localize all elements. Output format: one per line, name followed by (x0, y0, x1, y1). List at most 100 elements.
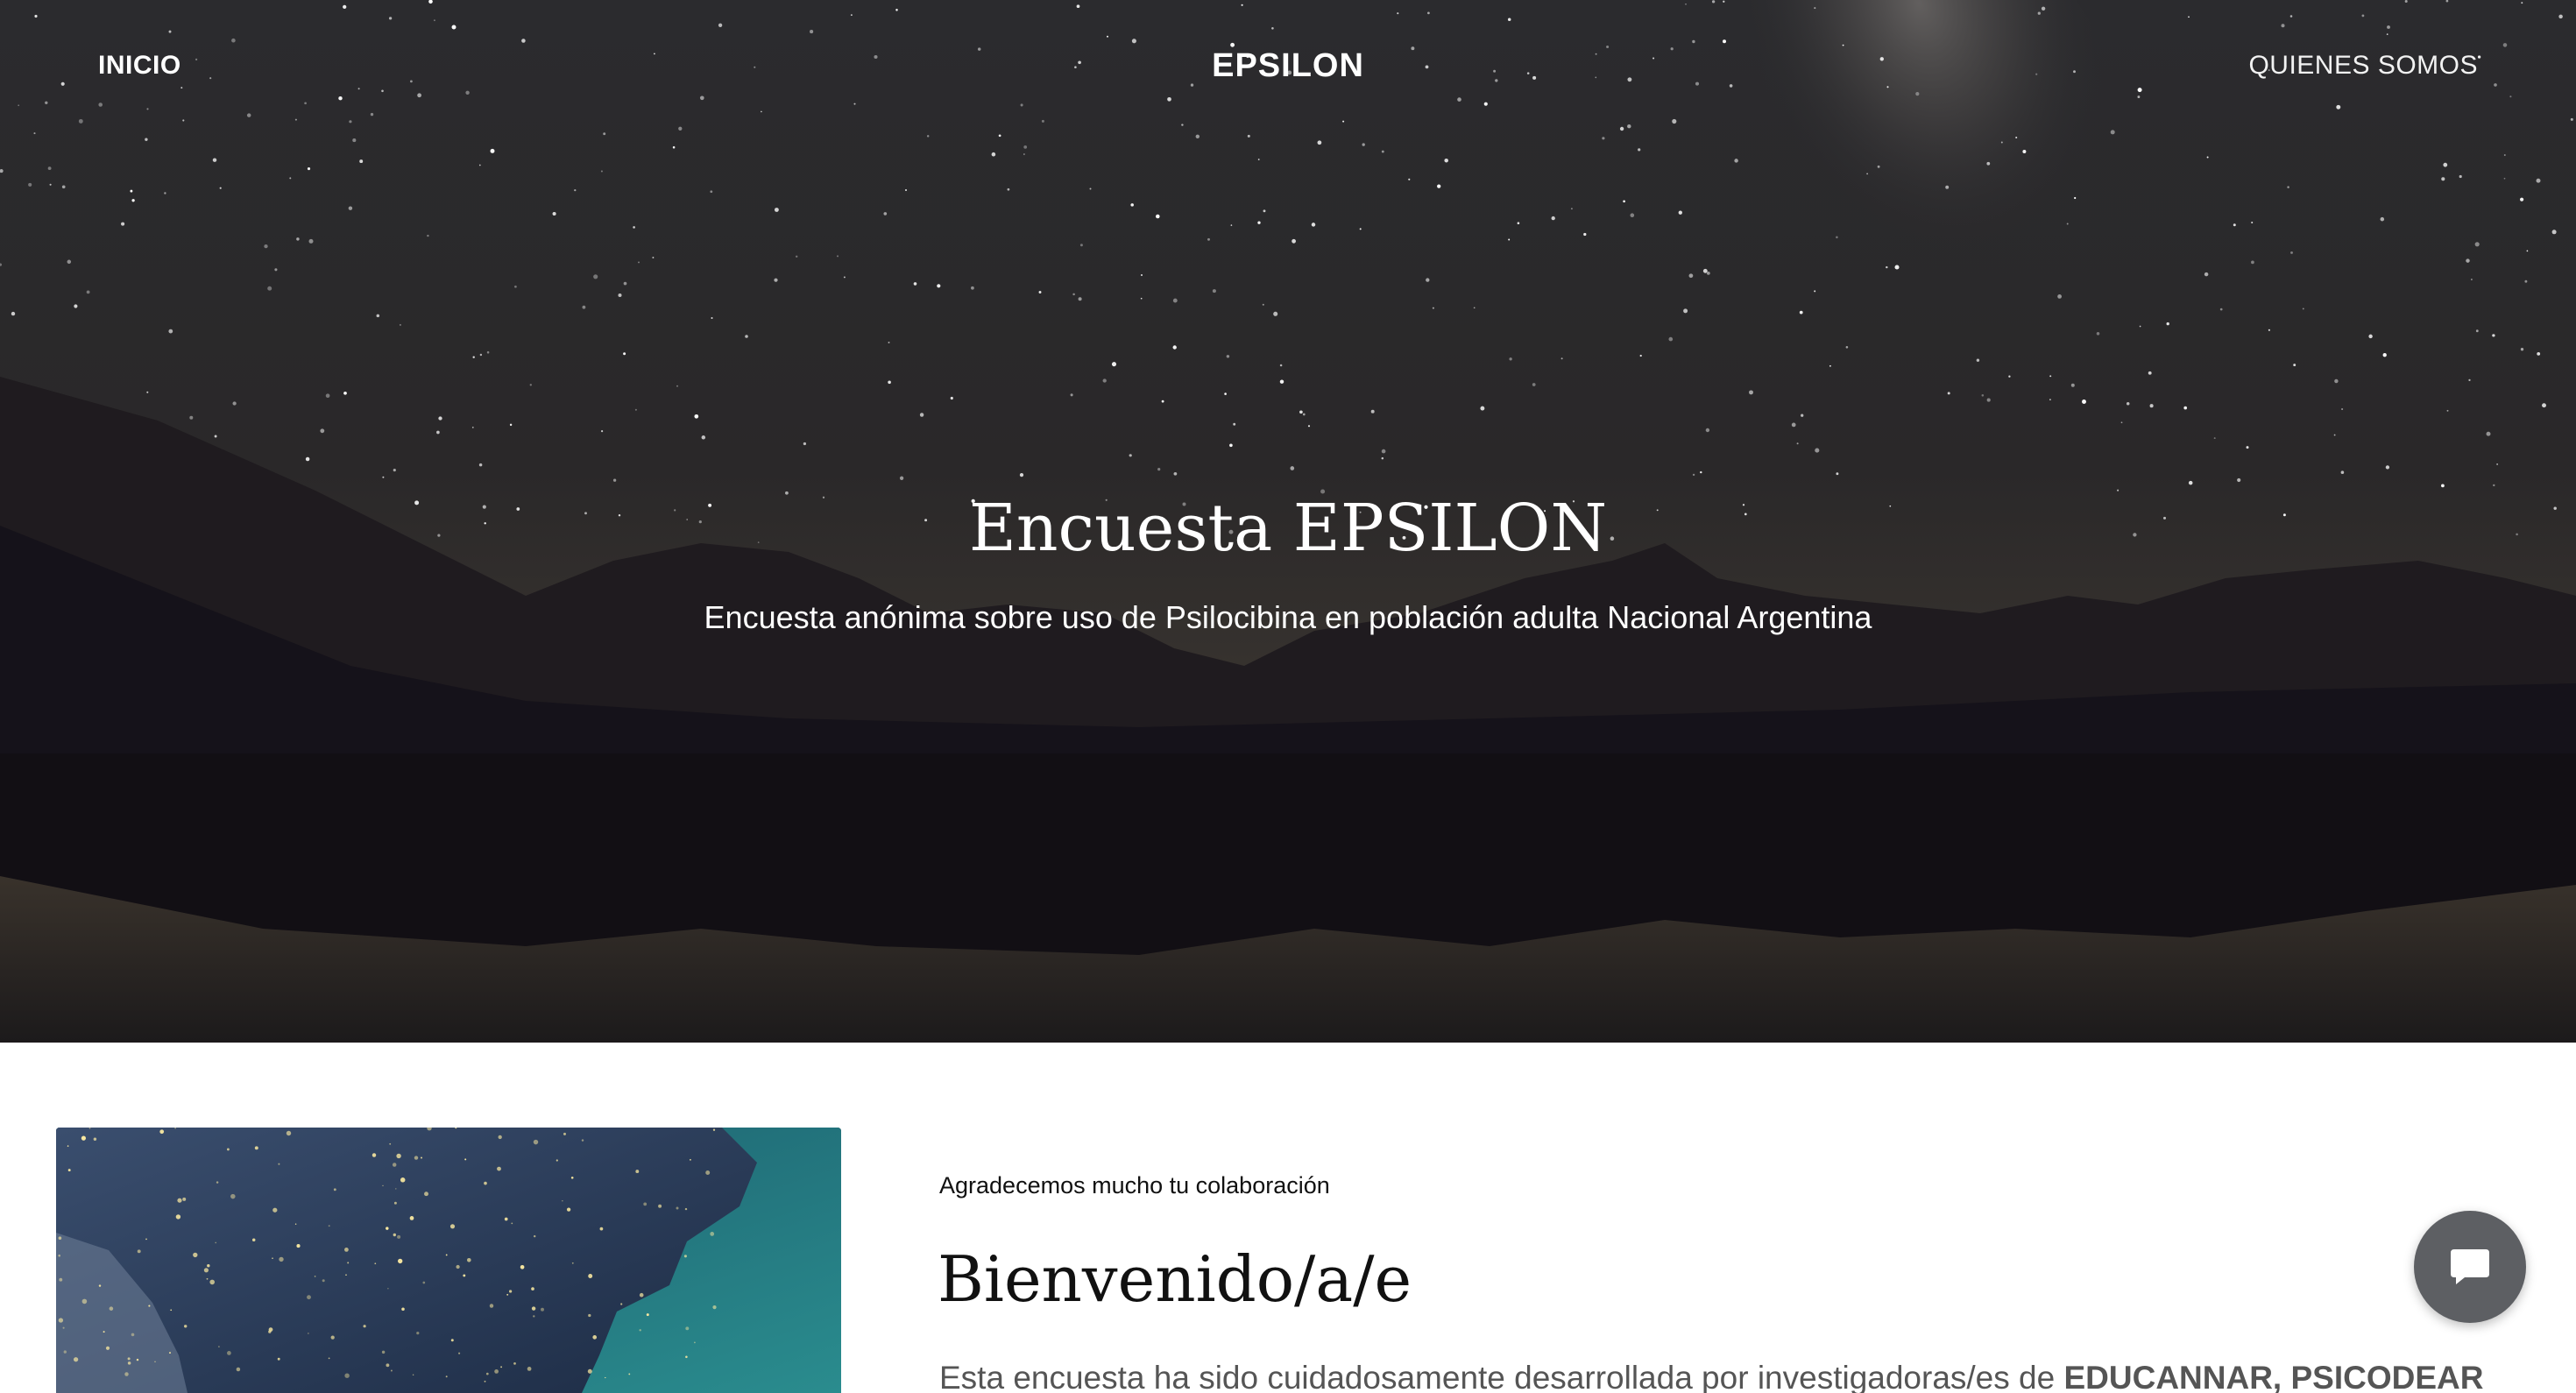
star (130, 189, 133, 193)
star (49, 183, 52, 186)
star (1986, 398, 1991, 402)
star (1829, 364, 1831, 367)
star (1381, 456, 1384, 460)
city-light (424, 1191, 428, 1197)
star (1483, 102, 1488, 106)
star (1317, 140, 1322, 145)
nav-home-link[interactable]: INICIO (98, 51, 181, 81)
city-light (635, 1170, 640, 1174)
hero-section: INICIO EPSILON QUIENES SOMOS Encuesta EP… (0, 0, 2576, 1043)
star (745, 335, 748, 338)
star (2446, 409, 2449, 412)
city-light (207, 1263, 210, 1268)
star (1444, 158, 1448, 163)
chat-button[interactable] (2414, 1211, 2526, 1323)
star (2022, 150, 2027, 153)
nav-about-link[interactable]: QUIENES SOMOS (2248, 51, 2478, 81)
star (1526, 72, 1530, 74)
star (60, 81, 65, 86)
city-light (105, 1346, 110, 1350)
city-light (344, 1248, 349, 1252)
star (1195, 134, 1200, 139)
star (1408, 178, 1411, 180)
star (2503, 177, 2506, 180)
star (98, 103, 103, 107)
star (2333, 434, 2336, 436)
star (338, 95, 343, 101)
star (33, 132, 36, 135)
star (1845, 346, 1849, 349)
city-light (464, 1158, 467, 1161)
star (977, 47, 981, 51)
star (895, 9, 898, 11)
star (146, 391, 149, 393)
star (189, 415, 194, 420)
city-light (226, 1148, 230, 1151)
city-light (592, 1335, 598, 1340)
city-light (588, 1274, 593, 1278)
star (803, 442, 807, 446)
star (1457, 97, 1461, 102)
star (1886, 86, 1889, 88)
star (2542, 403, 2546, 408)
brand-logo-text[interactable]: EPSILON (1212, 47, 1364, 85)
star (2070, 383, 2075, 387)
star (810, 30, 814, 34)
star (1262, 303, 1264, 306)
star (1273, 311, 1278, 316)
star (1074, 66, 1077, 68)
star (603, 132, 606, 136)
star (711, 316, 713, 320)
star (2441, 484, 2445, 488)
star (1791, 422, 1796, 428)
star (1141, 274, 1143, 276)
star (393, 469, 396, 472)
star (634, 408, 637, 411)
city-light (136, 1358, 139, 1361)
star (888, 380, 891, 385)
star (1167, 96, 1171, 102)
chat-bubble-icon (2451, 1249, 2489, 1284)
star (2551, 230, 2557, 235)
star (28, 182, 32, 187)
city-light (62, 1326, 65, 1329)
star (2459, 174, 2462, 179)
star (1796, 442, 1799, 445)
star (67, 259, 72, 265)
star (514, 285, 517, 288)
city-light (307, 1295, 311, 1300)
city-light (314, 1276, 316, 1277)
hero-subtitle: Encuesta anónima sobre uso de Psilocibin… (704, 599, 1872, 635)
city-light (386, 1363, 390, 1368)
star (1257, 159, 1260, 160)
star (1602, 137, 1605, 140)
city-light (581, 1139, 584, 1142)
city-light (506, 1293, 509, 1296)
city-light (712, 1128, 716, 1131)
city-light (643, 1202, 648, 1206)
star (2082, 400, 2086, 404)
star (2520, 348, 2524, 351)
star (1627, 124, 1631, 129)
star (1723, 0, 1725, 3)
star (1507, 18, 1511, 22)
star (1038, 291, 1042, 293)
city-light (504, 1217, 508, 1221)
star (1945, 185, 1950, 189)
star (2558, 14, 2563, 19)
star (2183, 406, 2188, 410)
star (1370, 409, 1375, 414)
star (2404, 0, 2408, 4)
star (1089, 187, 1092, 190)
star (274, 268, 278, 272)
star (2037, 11, 2041, 15)
city-light (296, 1244, 301, 1248)
star (672, 145, 676, 149)
star (1107, 35, 1108, 38)
star (2290, 251, 2293, 254)
star (1230, 224, 1233, 226)
city-light (386, 1227, 389, 1230)
city-light (347, 1262, 350, 1264)
star (410, 80, 413, 83)
star (774, 278, 778, 282)
